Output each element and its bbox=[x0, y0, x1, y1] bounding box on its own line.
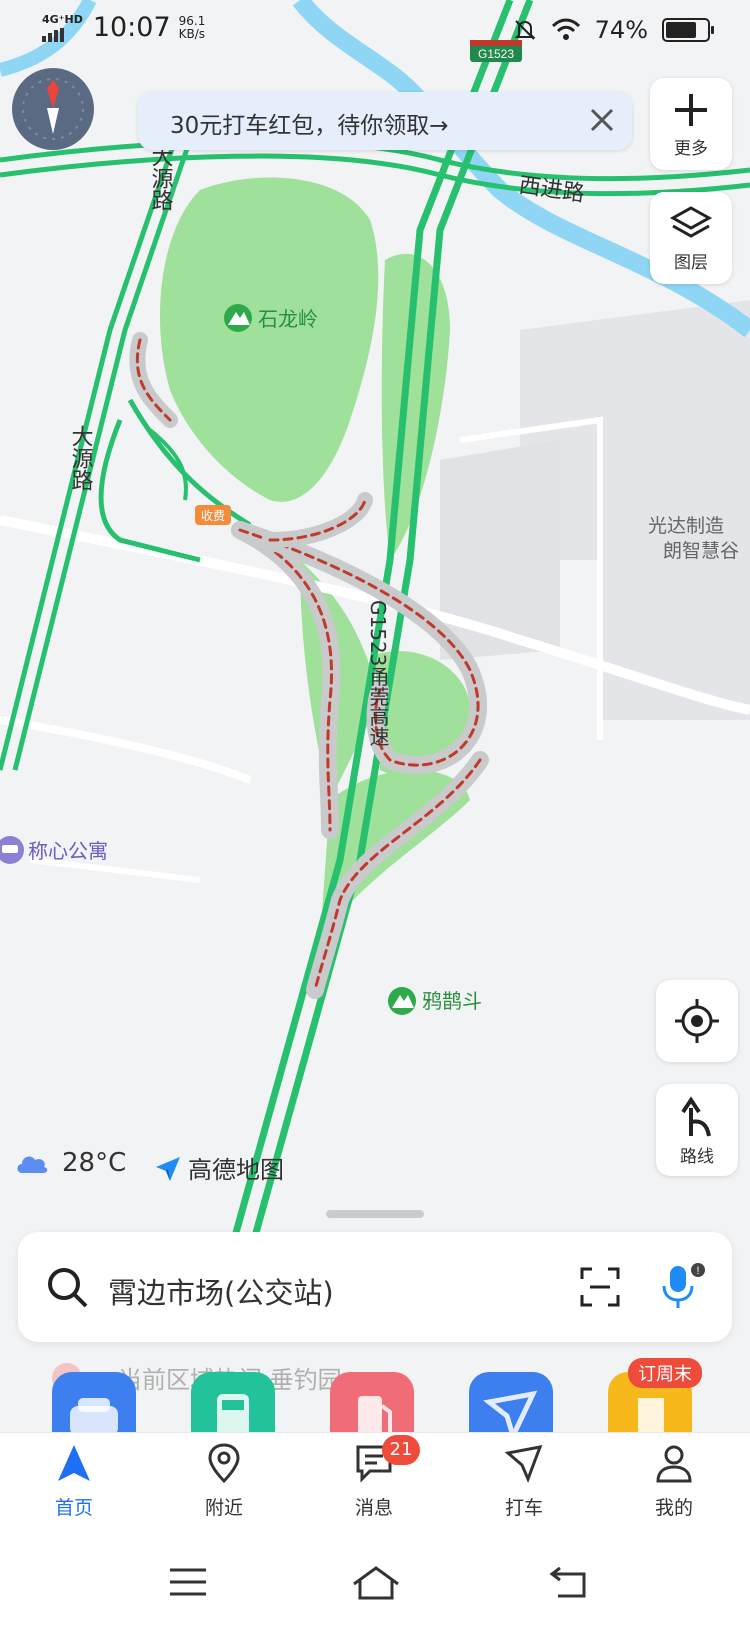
promo-banner[interactable]: 30元打车红包，待你领取→ bbox=[138, 92, 632, 150]
tab-nearby[interactable]: 附近 bbox=[164, 1443, 284, 1520]
brand-logo: 高德地图 bbox=[152, 1150, 284, 1185]
tab-label-home: 首页 bbox=[54, 1497, 93, 1519]
svg-text:鸦鹊斗: 鸦鹊斗 bbox=[422, 989, 482, 1013]
temperature: 28°C bbox=[62, 1148, 127, 1178]
layers-icon bbox=[669, 206, 713, 238]
clock: 10:07 bbox=[92, 12, 171, 43]
poi-chenxin: 称心公寓 bbox=[0, 836, 108, 864]
scan-icon[interactable] bbox=[578, 1265, 622, 1309]
more-button[interactable]: 更多 bbox=[650, 78, 732, 170]
road-label-dayuan-left: 大源路 bbox=[68, 425, 94, 491]
route-label: 路线 bbox=[680, 1147, 714, 1167]
map-canvas[interactable]: G1523 大源路 大源路 西进路 G1523甬莞高速 收费 石龙岭 鸦鹊斗 称… bbox=[0, 0, 750, 1290]
tab-messages[interactable]: 21 消息 bbox=[314, 1435, 434, 1520]
building-block bbox=[440, 440, 560, 660]
compass-icon bbox=[22, 78, 84, 140]
tab-label-messages: 消息 bbox=[354, 1497, 393, 1519]
layers-label: 图层 bbox=[674, 253, 708, 273]
poi-yaquedou: 鸦鹊斗 bbox=[388, 987, 482, 1015]
locate-button[interactable] bbox=[656, 980, 738, 1062]
route-icon bbox=[681, 1096, 711, 1137]
close-icon[interactable] bbox=[582, 100, 622, 140]
home-icon[interactable] bbox=[346, 1560, 406, 1604]
svg-text:!: ! bbox=[696, 1265, 699, 1277]
mute-bell-icon bbox=[514, 20, 536, 40]
tab-label-profile: 我的 bbox=[654, 1497, 693, 1519]
menu-icon[interactable] bbox=[158, 1560, 218, 1604]
plus-icon bbox=[675, 94, 707, 126]
cloud-icon bbox=[17, 1156, 48, 1173]
toll-label: 收费 bbox=[201, 509, 225, 523]
sheet-handle[interactable] bbox=[326, 1210, 424, 1218]
search-icon bbox=[48, 1268, 88, 1308]
compass-button[interactable] bbox=[12, 68, 94, 150]
battery-text: 74% bbox=[594, 16, 648, 44]
tab-label-taxi: 打车 bbox=[504, 1497, 543, 1519]
svg-text:石龙岭: 石龙岭 bbox=[258, 307, 318, 331]
status-bar: 4G⁺HD 10:07 96.1 KB/s 74% bbox=[0, 0, 750, 64]
poi-shilongling: 石龙岭 bbox=[224, 304, 318, 332]
wifi-icon bbox=[551, 18, 580, 40]
ride-icon bbox=[504, 1445, 543, 1484]
highway-label: G1523甬莞高速 bbox=[366, 600, 390, 746]
brand-name: 高德地图 bbox=[188, 1156, 284, 1184]
amap-logo-icon bbox=[156, 1156, 180, 1181]
road-label-dayuan-top: 大源路 bbox=[148, 145, 174, 211]
tab-home[interactable]: 首页 bbox=[14, 1443, 134, 1520]
more-label: 更多 bbox=[674, 139, 708, 159]
message-badge: 21 bbox=[382, 1435, 420, 1465]
search-bar[interactable]: 霄边市场(公交站) ! bbox=[18, 1232, 732, 1342]
svg-text:称心公寓: 称心公寓 bbox=[28, 839, 108, 863]
tab-label-nearby: 附近 bbox=[204, 1497, 243, 1519]
microphone-icon[interactable]: ! bbox=[658, 1262, 706, 1310]
layers-button[interactable]: 图层 bbox=[650, 192, 732, 284]
system-nav-bar bbox=[0, 1542, 750, 1625]
net-speed: 96.1 KB/s bbox=[178, 13, 206, 41]
weekend-badge: 订周末 bbox=[628, 1358, 702, 1388]
location-pin-icon bbox=[208, 1443, 240, 1484]
promo-text: 30元打车红包，待你领取→ bbox=[170, 113, 449, 139]
poi-guangda: 光达制造 bbox=[648, 515, 724, 537]
tab-profile[interactable]: 我的 bbox=[614, 1443, 734, 1520]
user-icon bbox=[656, 1445, 692, 1483]
search-input[interactable]: 霄边市场(公交站) bbox=[108, 1270, 334, 1312]
signal-icon: 4G⁺HD bbox=[42, 14, 83, 42]
locate-icon bbox=[675, 999, 719, 1043]
tab-taxi[interactable]: 打车 bbox=[464, 1443, 584, 1520]
route-button[interactable]: 路线 bbox=[656, 1084, 738, 1176]
bottom-tab-bar: 首页 附近 21 消息 打车 我的 bbox=[0, 1432, 750, 1543]
poi-langzhi: 朗智慧谷 bbox=[663, 540, 739, 562]
battery-icon bbox=[662, 18, 714, 42]
weather-widget[interactable]: 28°C bbox=[14, 1148, 126, 1178]
navigation-arrow-icon bbox=[58, 1445, 90, 1481]
back-icon[interactable] bbox=[540, 1560, 600, 1604]
